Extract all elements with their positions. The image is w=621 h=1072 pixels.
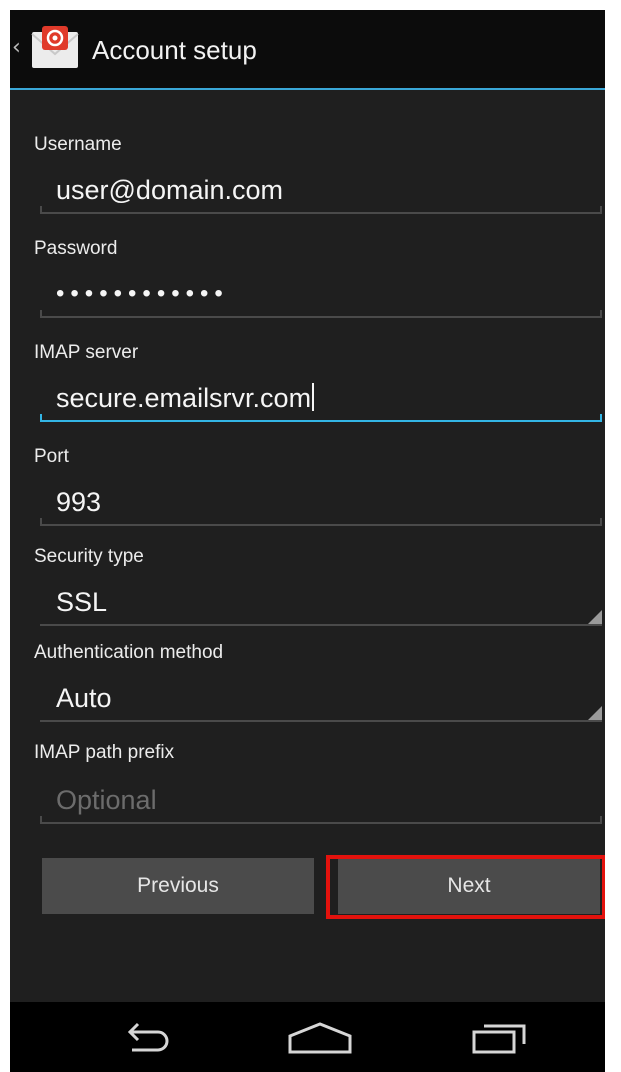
previous-button[interactable]: Previous [42, 858, 314, 914]
imap-server-label: IMAP server [34, 342, 139, 363]
port-label: Port [34, 446, 69, 467]
path-prefix-label: IMAP path prefix [34, 742, 175, 763]
email-app-icon[interactable] [30, 24, 80, 74]
path-prefix-placeholder: Optional [56, 785, 157, 815]
path-prefix-field[interactable]: Optional [40, 778, 602, 824]
action-bar: ‹ Account setup [10, 10, 605, 90]
auth-method-dropdown[interactable]: Auto [40, 676, 602, 722]
auth-method-label: Authentication method [34, 642, 224, 663]
security-type-label: Security type [34, 546, 144, 567]
username-field[interactable]: user@domain.com [40, 168, 602, 214]
home-icon[interactable] [286, 1020, 354, 1056]
text-cursor [312, 383, 315, 411]
username-label: Username [34, 134, 122, 155]
port-field[interactable]: 993 [40, 480, 602, 526]
imap-server-field[interactable]: secure.emailsrvr.com [40, 376, 602, 422]
navigation-bar [10, 1002, 605, 1072]
auth-method-value: Auto [56, 683, 112, 713]
recent-apps-icon[interactable] [470, 1020, 530, 1056]
dropdown-corner-icon [588, 706, 602, 720]
password-value: •••••••••••• [56, 280, 229, 307]
imap-server-value: secure.emailsrvr.com [56, 383, 312, 413]
port-value: 993 [56, 487, 102, 517]
security-type-dropdown[interactable]: SSL [40, 580, 602, 626]
page-title: Account setup [92, 35, 257, 65]
next-button[interactable]: Next [338, 858, 600, 914]
password-field[interactable]: •••••••••••• [40, 272, 602, 318]
username-value: user@domain.com [56, 175, 283, 205]
password-label: Password [34, 238, 118, 259]
phone-screen: ‹ Account setup Username user@domain.com… [10, 10, 605, 1072]
back-icon[interactable] [118, 1020, 174, 1056]
dropdown-corner-icon [588, 610, 602, 624]
up-caret-icon[interactable]: ‹ [12, 37, 21, 59]
security-type-value: SSL [56, 587, 108, 617]
